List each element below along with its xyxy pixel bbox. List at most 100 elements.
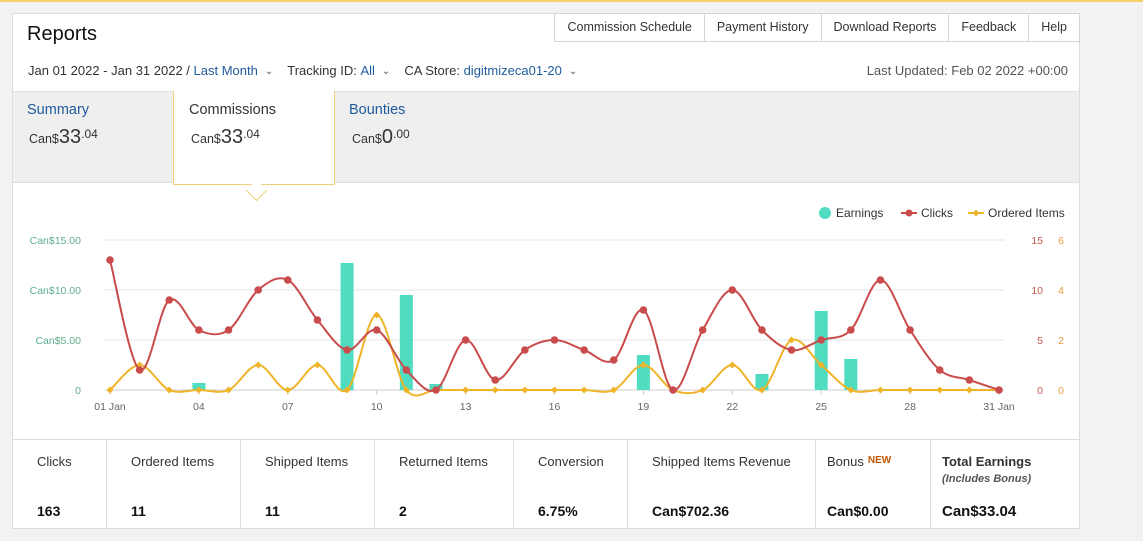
clicks-point [580, 346, 588, 354]
tab-bounties-value: Can$0.00 [352, 126, 410, 148]
tab-commissions-value: Can$33.04 [191, 126, 260, 148]
new-badge: NEW [867, 455, 892, 466]
payment-history-button[interactable]: Payment History [703, 13, 822, 42]
tab-summary-label[interactable]: Summary [27, 102, 89, 118]
y-axis-clicks-tick: 0 [1037, 385, 1043, 397]
clicks-point [758, 326, 766, 334]
clicks-point [224, 326, 233, 334]
clicks-point [195, 326, 203, 334]
report-tabs: Summary Can$33.04 Commissions Can$33.04 … [13, 91, 1079, 185]
last-updated: Last Updated: Feb 02 2022 +00:00 [866, 63, 1068, 78]
help-button[interactable]: Help [1028, 13, 1080, 42]
clicks-point [461, 336, 470, 344]
top-nav: Commission Schedule Payment History Down… [554, 13, 1080, 42]
legend-label: Earnings [836, 206, 883, 220]
commission-schedule-button[interactable]: Commission Schedule [554, 13, 705, 42]
period-dropdown[interactable]: Last Month [194, 63, 258, 78]
clicks-point [372, 326, 381, 334]
y-axis-items-tick: 2 [1058, 335, 1064, 347]
chevron-down-icon[interactable]: ⌄ [569, 66, 577, 77]
ordered-items-point [491, 386, 499, 394]
x-axis-tick: 22 [726, 401, 738, 413]
clicks-point [639, 306, 648, 314]
tab-summary-value: Can$33.04 [29, 126, 98, 148]
stat-label: Shipped Items [265, 454, 349, 469]
clicks-point [402, 366, 411, 374]
tab-commissions[interactable]: Commissions Can$33.04 [173, 91, 335, 185]
tab-bounties-label[interactable]: Bounties [349, 102, 405, 118]
clicks-point [787, 346, 796, 354]
stat-shipped-revenue: Shipped Items Revenue Can$702.36 [628, 440, 816, 529]
legend-label: Ordered Items [988, 206, 1065, 220]
x-axis-tick: 04 [193, 401, 205, 413]
earnings-bar [814, 311, 828, 390]
stat-label: Shipped Items Revenue [652, 454, 791, 469]
stat-value: 2 [399, 503, 407, 519]
clicks-point [698, 326, 707, 334]
clicks-point [609, 356, 618, 364]
y-axis-items-tick: 0 [1058, 385, 1064, 397]
stat-value: 11 [131, 503, 146, 519]
stat-ordered-items: Ordered Items 11 [107, 440, 241, 529]
stat-label: Bonus NEW [827, 454, 892, 469]
stat-value: 163 [37, 503, 61, 519]
y-axis-left-tick: Can$10.00 [30, 285, 82, 297]
store-dropdown[interactable]: digitmizeca01-20 [464, 63, 562, 78]
ordered-items-point [313, 361, 321, 369]
stat-label: Conversion [538, 454, 604, 469]
y-axis-left-tick: 0 [75, 385, 81, 397]
date-range-text: Jan 01 2022 - Jan 31 2022 / [28, 63, 190, 78]
ordered-items-point [580, 386, 588, 394]
stat-label: Total Earnings (Includes Bonus) [942, 454, 1032, 485]
tab-commissions-label[interactable]: Commissions [189, 102, 276, 118]
stat-returned-items: Returned Items 2 [375, 440, 514, 529]
x-axis-tick: 19 [638, 401, 650, 413]
x-axis-tick: 16 [549, 401, 561, 413]
stat-value: 11 [265, 503, 280, 519]
clicks-point [521, 346, 529, 354]
clicks-point [550, 336, 559, 344]
tab-bounties[interactable]: Bounties Can$0.00 [335, 92, 495, 182]
tracking-id-dropdown[interactable]: All [360, 63, 374, 78]
stats-row: Clicks 163 Ordered Items 11 Shipped Item… [13, 439, 1079, 529]
stat-conversion: Conversion 6.75% [514, 440, 628, 529]
x-axis-tick: 13 [460, 401, 472, 413]
stat-clicks: Clicks 163 [13, 440, 107, 529]
clicks-point [935, 366, 944, 374]
tab-summary[interactable]: Summary Can$33.04 [13, 92, 173, 182]
clicks-point [847, 326, 855, 334]
clicks-point [254, 286, 262, 294]
clicks-point [135, 366, 144, 374]
filter-bar: Jan 01 2022 - Jan 31 2022 / Last Month ⌄ … [28, 63, 591, 78]
clicks-point [165, 296, 174, 304]
y-axis-left-tick: Can$5.00 [35, 335, 81, 347]
stat-label: Returned Items [399, 454, 488, 469]
feedback-button[interactable]: Feedback [948, 13, 1030, 42]
earnings-chart: 0 Can$5.00 Can$10.00 Can$15.00 0 5 10 15 0 2 4 6 01 … [30, 206, 1065, 413]
top-accent-line [0, 0, 1143, 2]
x-axis-tick: 01 Jan [94, 401, 126, 413]
ordered-items-point [521, 386, 529, 394]
chevron-down-icon[interactable]: ⌄ [265, 66, 273, 77]
clicks-point [817, 336, 825, 344]
page-title: Reports [27, 23, 98, 45]
stat-total-earnings: Total Earnings (Includes Bonus) Can$33.04 [931, 440, 1079, 529]
clicks-line [109, 259, 1000, 392]
stat-value: 6.75% [538, 503, 578, 519]
stat-sublabel: (Includes Bonus) [942, 473, 1032, 485]
clicks-point [343, 346, 351, 354]
y-axis-clicks-tick: 15 [1031, 235, 1043, 247]
ordered-items-point [936, 386, 944, 394]
stat-value: Can$702.36 [652, 503, 730, 519]
ordered-items-point [728, 361, 736, 369]
clicks-point [728, 286, 737, 294]
chevron-down-icon[interactable]: ⌄ [382, 66, 390, 77]
ordered-items-point [965, 386, 973, 394]
clicks-point [876, 276, 885, 284]
y-axis-clicks-tick: 5 [1037, 335, 1043, 347]
download-reports-button[interactable]: Download Reports [820, 13, 950, 42]
y-axis-left-tick: Can$15.00 [30, 235, 82, 247]
stat-value: Can$33.04 [942, 503, 1017, 520]
legend-label: Clicks [921, 206, 953, 220]
x-axis-tick: 25 [815, 401, 827, 413]
